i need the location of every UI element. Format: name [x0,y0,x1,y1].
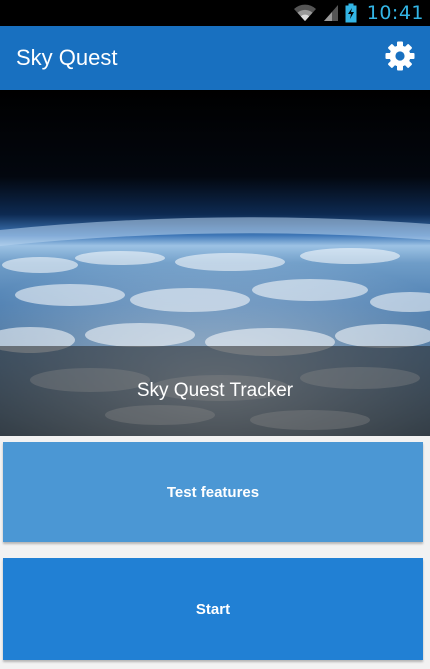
settings-button[interactable] [380,38,420,78]
action-bar: Sky Quest [0,26,430,90]
battery-charging-icon [345,3,357,23]
app-screen: 10:41 Sky Quest Sky Quest Tracker Test f… [0,0,430,669]
signal-icon [323,4,339,22]
test-features-button[interactable]: Test features [3,442,423,542]
clock: 10:41 [366,2,424,24]
status-bar: 10:41 [0,0,430,26]
app-title: Sky Quest [16,45,118,70]
gear-icon [384,40,416,77]
start-button[interactable]: Start [3,558,423,660]
wifi-icon [293,4,317,22]
hero-banner: Sky Quest Tracker [0,90,430,436]
hero-caption: Sky Quest Tracker [0,346,430,436]
